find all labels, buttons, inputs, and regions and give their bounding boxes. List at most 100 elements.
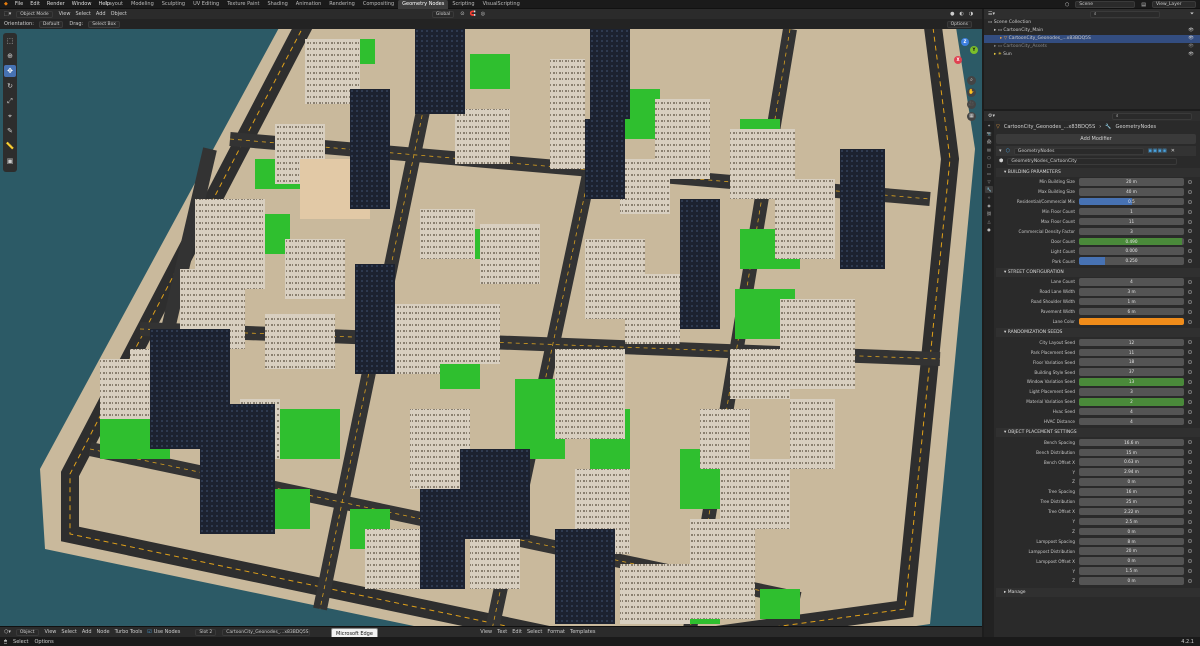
close-icon[interactable]: ✕ bbox=[1171, 148, 1175, 154]
param-value-field[interactable]: 1 m bbox=[1079, 297, 1184, 306]
keyframe-dot-icon[interactable] bbox=[1188, 519, 1192, 524]
keyframe-dot-icon[interactable] bbox=[1188, 419, 1192, 424]
node-menu-turbo-tools[interactable]: Turbo Tools bbox=[115, 629, 143, 635]
measure-tool-icon[interactable]: 📏 bbox=[4, 140, 16, 152]
move-tool-icon[interactable]: ✥ bbox=[4, 65, 16, 77]
scene-tab-icon[interactable]: ⬡ bbox=[985, 154, 993, 161]
param-value-field[interactable]: 11 bbox=[1079, 348, 1184, 357]
physics-tab-icon[interactable]: ◉ bbox=[985, 202, 993, 209]
param-value-field[interactable]: 4 bbox=[1079, 417, 1184, 426]
section-header[interactable]: ▾ BUILDING PARAMETERS bbox=[996, 168, 1200, 177]
scale-tool-icon[interactable]: ⤢ bbox=[4, 95, 16, 107]
tab-geometry-nodes[interactable]: Geometry Nodes bbox=[398, 0, 449, 9]
navigation-gizmo[interactable]: Z Y X bbox=[950, 38, 980, 68]
menu-render[interactable]: Render bbox=[47, 1, 65, 7]
tab-uv-editing[interactable]: UV Editing bbox=[189, 0, 223, 9]
section-header[interactable]: ▾ STREET CONFIGURATION bbox=[996, 268, 1200, 278]
world-tab-icon[interactable]: ◯ bbox=[985, 162, 993, 169]
node-group-field[interactable]: GeometryNodes_CartoonCity bbox=[1007, 157, 1178, 165]
section-header[interactable]: ▾ RANDOMIZATION SEEDS bbox=[996, 328, 1200, 338]
view-layer-field[interactable]: View_Layer bbox=[1152, 1, 1196, 8]
filter-icon[interactable]: ⏷ bbox=[1190, 11, 1194, 17]
transform-orientation-select[interactable]: Global bbox=[431, 10, 455, 18]
param-value-field[interactable]: 0.490 bbox=[1079, 237, 1184, 246]
drag-select[interactable]: Select Box bbox=[88, 20, 120, 28]
modifier-toggle-icons[interactable]: ▣▣▣▣ bbox=[1148, 148, 1167, 154]
view-layer-tab-icon[interactable]: ▤ bbox=[985, 146, 993, 153]
shading-rendered-icon[interactable]: ◑ bbox=[969, 11, 973, 17]
text-menu-format[interactable]: Format bbox=[547, 629, 565, 635]
node-menu-select[interactable]: Select bbox=[61, 629, 76, 635]
param-value-field[interactable]: 3 bbox=[1079, 388, 1184, 396]
keyframe-dot-icon[interactable] bbox=[1188, 578, 1192, 583]
3d-viewport[interactable] bbox=[0, 29, 982, 626]
keyframe-dot-icon[interactable] bbox=[1188, 350, 1192, 355]
param-value-field[interactable]: 16 m bbox=[1079, 488, 1184, 496]
select-box-tool-icon[interactable]: ⬚ bbox=[4, 35, 16, 47]
pivot-icon[interactable]: ⊙ bbox=[460, 11, 464, 17]
keyframe-dot-icon[interactable] bbox=[1188, 559, 1192, 564]
keyframe-dot-icon[interactable] bbox=[1188, 179, 1192, 184]
param-value-field[interactable]: 2.94 m bbox=[1079, 468, 1184, 476]
param-value-field[interactable]: 0 m bbox=[1079, 478, 1184, 486]
keyframe-dot-icon[interactable] bbox=[1188, 309, 1192, 314]
outliner-item-main[interactable]: ▸ ▭ CartoonCity_Main 👁 bbox=[984, 27, 1200, 35]
param-value-field[interactable] bbox=[1079, 317, 1184, 326]
node-object-field[interactable]: CartoonCity_Geonodes_...x83BDQ5S bbox=[222, 628, 311, 636]
param-value-field[interactable]: 4 bbox=[1079, 407, 1184, 416]
material-tab-icon[interactable]: ● bbox=[985, 226, 993, 233]
keyframe-dot-icon[interactable] bbox=[1188, 289, 1192, 294]
param-value-field[interactable]: 2.5 m bbox=[1079, 517, 1184, 526]
menu-add[interactable]: Add bbox=[96, 11, 106, 17]
param-value-field[interactable]: 40 m bbox=[1079, 188, 1184, 196]
param-value-field[interactable]: 20 m bbox=[1079, 178, 1184, 186]
param-value-field[interactable]: 0.5 bbox=[1079, 197, 1184, 206]
visibility-eye-icon[interactable]: 👁 bbox=[1188, 51, 1194, 59]
param-value-field[interactable]: 2 bbox=[1079, 398, 1184, 406]
outliner-item-geonodes[interactable]: ▸ ▽ CartoonCity_Geonodes_...x83BDQ5S 👁 bbox=[984, 35, 1200, 43]
snap-icon[interactable]: 🧲 bbox=[469, 11, 475, 17]
param-value-field[interactable]: 1.5 m bbox=[1079, 567, 1184, 575]
modifier-name-field[interactable]: GeometryNodes bbox=[1013, 147, 1144, 155]
annotate-tool-icon[interactable]: ✎ bbox=[4, 125, 16, 137]
use-nodes-checkbox-icon[interactable]: ☑ bbox=[147, 629, 151, 635]
properties-type-icon[interactable]: ⚙▾ bbox=[988, 113, 995, 119]
keyframe-dot-icon[interactable] bbox=[1188, 340, 1192, 345]
tab-texture-paint[interactable]: Texture Paint bbox=[223, 0, 263, 9]
keyframe-dot-icon[interactable] bbox=[1188, 489, 1192, 494]
param-value-field[interactable]: 0.63 m bbox=[1079, 458, 1184, 466]
add-modifier-button[interactable]: Add Modifier bbox=[996, 134, 1196, 144]
node-menu-node[interactable]: Node bbox=[97, 629, 110, 635]
tab-compositing[interactable]: Compositing bbox=[359, 0, 398, 9]
slot-select[interactable]: Slot 2 bbox=[195, 628, 217, 636]
properties-search-input[interactable]: ⌕ bbox=[1112, 112, 1192, 120]
outliner-item-assets[interactable]: ▸ ▭ CartoonCity_Assets 👁 bbox=[984, 43, 1200, 51]
keyframe-dot-icon[interactable] bbox=[1188, 209, 1192, 214]
menu-view[interactable]: View bbox=[59, 11, 71, 17]
outliner-root[interactable]: ▭ Scene Collection bbox=[984, 19, 1200, 27]
data-tab-icon[interactable]: △ bbox=[985, 218, 993, 225]
gizmo-x-axis-icon[interactable]: X bbox=[954, 56, 962, 64]
blender-logo-icon[interactable]: ◆ bbox=[4, 1, 8, 7]
keyframe-dot-icon[interactable] bbox=[1188, 239, 1192, 244]
keyframe-dot-icon[interactable] bbox=[1188, 219, 1192, 224]
param-value-field[interactable]: 0 m bbox=[1079, 527, 1184, 536]
tab-layout[interactable]: Layout bbox=[102, 0, 127, 9]
keyframe-dot-icon[interactable] bbox=[1188, 409, 1192, 414]
param-value-field[interactable]: 20 m bbox=[1079, 547, 1184, 555]
gizmo-y-axis-icon[interactable]: Y bbox=[970, 46, 978, 54]
tab-modeling[interactable]: Modeling bbox=[127, 0, 158, 9]
param-value-field[interactable]: 1 bbox=[1079, 207, 1184, 216]
keyframe-dot-icon[interactable] bbox=[1188, 379, 1192, 384]
menu-file[interactable]: File bbox=[15, 1, 23, 7]
param-value-field[interactable]: 18 bbox=[1079, 358, 1184, 366]
keyframe-dot-icon[interactable] bbox=[1188, 529, 1192, 534]
param-value-field[interactable]: 11 bbox=[1079, 217, 1184, 226]
keyframe-dot-icon[interactable] bbox=[1188, 549, 1192, 554]
transform-tool-icon[interactable]: ⌖ bbox=[4, 110, 16, 122]
collapse-chevron-icon[interactable]: ▾ bbox=[999, 148, 1002, 154]
keyframe-dot-icon[interactable] bbox=[1188, 399, 1192, 404]
node-menu-add[interactable]: Add bbox=[82, 629, 92, 635]
param-value-field[interactable]: 4 bbox=[1079, 278, 1184, 286]
grid-view-icon[interactable]: ▦ bbox=[967, 112, 976, 121]
